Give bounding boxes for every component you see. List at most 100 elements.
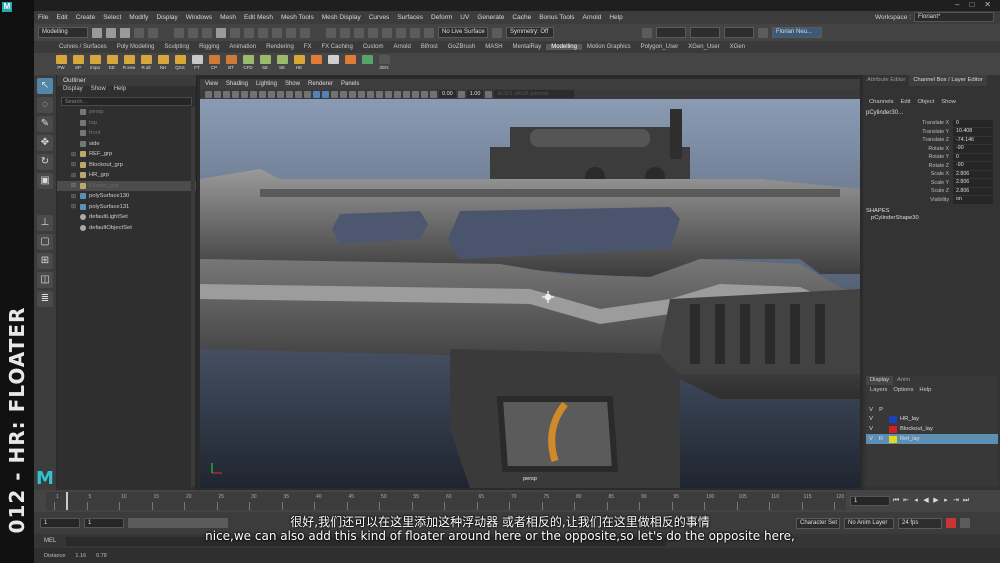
menu-item[interactable]: Windows (182, 14, 216, 21)
save-scene-icon[interactable] (120, 27, 130, 38)
go-to-start-icon[interactable]: ⏮ (892, 497, 900, 505)
grid-toggle-icon[interactable] (250, 90, 257, 98)
live-surface-field[interactable]: No Live Surface (438, 27, 488, 38)
film-gate-icon[interactable] (259, 90, 266, 98)
outliner-item[interactable]: front (57, 128, 196, 139)
lights-icon[interactable] (349, 90, 356, 98)
menu-item[interactable]: Edit Mesh (240, 14, 277, 21)
outliner-item[interactable]: ⊞ HR_grp (57, 170, 196, 181)
menu-item[interactable]: Cache (508, 14, 535, 21)
shelf-tab[interactable]: Rendering (261, 44, 299, 50)
two-view-icon[interactable]: ◫ (37, 272, 53, 288)
step-back-frame-icon[interactable]: ◂ (912, 497, 920, 505)
smooth-shade-icon[interactable] (322, 90, 329, 98)
motion-blur-icon[interactable] (376, 90, 383, 98)
shelf-tab[interactable]: XGen_User (683, 44, 724, 50)
render-setup-icon[interactable] (396, 27, 406, 38)
step-back-key-icon[interactable]: ⇤ (902, 497, 910, 505)
image-plane-icon[interactable] (223, 90, 230, 98)
channel-box-menu-item[interactable]: Object (918, 99, 935, 105)
layer-playback-toggle[interactable]: R (876, 436, 886, 442)
shelf-tab[interactable]: Bifrost (416, 44, 443, 50)
xray-icon[interactable] (403, 90, 410, 98)
snap-curve-icon[interactable] (244, 27, 254, 38)
outliner-search-input[interactable]: Search... (61, 97, 192, 106)
menu-item[interactable]: Modify (125, 14, 152, 21)
gamma-field[interactable]: 1.00 (466, 90, 484, 98)
expand-icon[interactable]: ⊞ (71, 172, 77, 179)
layer-row[interactable]: V HR_lay (866, 414, 998, 424)
channel-value-field[interactable]: 2.806 (953, 170, 993, 178)
shelf-tab[interactable]: Animation (224, 44, 261, 50)
shelf-tab[interactable]: Sculpting (159, 44, 194, 50)
step-forward-frame-icon[interactable]: ▸ (942, 497, 950, 505)
viewport-menu-item[interactable]: Panels (341, 81, 359, 87)
resolution-gate-icon[interactable] (268, 90, 275, 98)
layer-tab[interactable]: Display (866, 376, 894, 385)
layer-color-swatch[interactable] (889, 425, 897, 433)
scale-tool-icon[interactable]: ▣ (37, 173, 53, 189)
layer-tab[interactable]: Anim (893, 376, 914, 385)
outliner-item[interactable]: defaultLightSet (57, 212, 196, 223)
shelf-tab[interactable]: Curves / Surfaces (54, 44, 112, 50)
move-tool-icon[interactable]: ✥ (37, 135, 53, 151)
close-icon[interactable]: ✕ (979, 0, 996, 9)
bookmark-icon[interactable] (214, 90, 221, 98)
outliner-item[interactable]: ⊞ Floater_grp (57, 180, 196, 191)
current-frame-marker[interactable] (66, 492, 68, 510)
layer-menu-item[interactable]: Layers (870, 387, 887, 393)
auto-key-icon[interactable] (946, 518, 956, 528)
layer-visibility-toggle[interactable]: V (866, 416, 876, 422)
layer-color-swatch[interactable] (889, 435, 897, 443)
outliner-item[interactable]: defaultObjectSet (57, 223, 196, 234)
channel-value-field[interactable]: -90 (953, 145, 993, 153)
wireframe-icon[interactable] (313, 90, 320, 98)
outliner-item[interactable]: ⊞ polySurface131 (57, 202, 196, 213)
paint-select-icon[interactable]: ✎ (37, 116, 53, 132)
ipr-render-icon[interactable] (340, 27, 350, 38)
fps-dropdown[interactable]: 24 fps (898, 517, 942, 529)
menu-item[interactable]: Arnold (579, 14, 606, 21)
open-scene-icon[interactable] (106, 27, 116, 38)
shelf-button[interactable] (309, 55, 323, 73)
channel-name[interactable]: Scale Y (863, 180, 953, 186)
step-forward-key-icon[interactable]: ⇥ (952, 497, 960, 505)
layer-color-swatch[interactable] (889, 415, 897, 423)
channel-value-field[interactable]: 0 (953, 153, 993, 161)
shelf-button[interactable]: SE (275, 55, 289, 73)
shelf-tab[interactable]: Arnold (389, 44, 416, 50)
shelf-button[interactable]: R.sew (122, 55, 136, 73)
play-backward-icon[interactable]: ◀ (922, 497, 930, 505)
layer-row[interactable]: V Blockout_lay (866, 424, 998, 434)
outliner-item[interactable]: ⊞ Blockout_grp (57, 160, 196, 171)
outliner-layout-icon[interactable]: ≣ (37, 291, 53, 307)
shadows-icon[interactable] (358, 90, 365, 98)
select-hierarchy-icon[interactable] (174, 27, 184, 38)
channel-value-field[interactable]: -90 (953, 162, 993, 170)
shelf-tab[interactable]: FX (299, 44, 317, 50)
viewport-menu-item[interactable]: View (205, 81, 218, 87)
shelf-button[interactable]: PW (54, 55, 68, 73)
undo-icon[interactable] (134, 27, 144, 38)
select-object-icon[interactable] (188, 27, 198, 38)
exposure-icon[interactable] (430, 90, 437, 98)
menu-item[interactable]: File (34, 14, 52, 21)
layer-menu-item[interactable]: Options (893, 387, 913, 393)
shelf-tab[interactable]: Motion Graphics (582, 44, 636, 50)
snap-point-icon[interactable] (258, 27, 268, 38)
gamma-icon[interactable] (457, 90, 465, 98)
shelf-button[interactable]: Impo (88, 55, 102, 73)
shelf-button[interactable] (326, 55, 340, 73)
single-view-icon[interactable]: ▢ (37, 234, 53, 250)
transform-y-field[interactable] (690, 27, 720, 38)
hypershade-icon[interactable] (368, 27, 378, 38)
render-view-icon[interactable] (382, 27, 392, 38)
render-settings-icon[interactable] (354, 27, 364, 38)
maximize-icon[interactable]: □ (964, 0, 979, 9)
field-chart-icon[interactable] (286, 90, 293, 98)
character-set-dropdown[interactable]: Character Set (796, 517, 840, 529)
menu-item[interactable]: Mesh (216, 14, 240, 21)
layer-row[interactable]: V R Ref_lay (866, 434, 998, 444)
shelf-button[interactable]: HE (292, 55, 306, 73)
redo-icon[interactable] (148, 27, 158, 38)
